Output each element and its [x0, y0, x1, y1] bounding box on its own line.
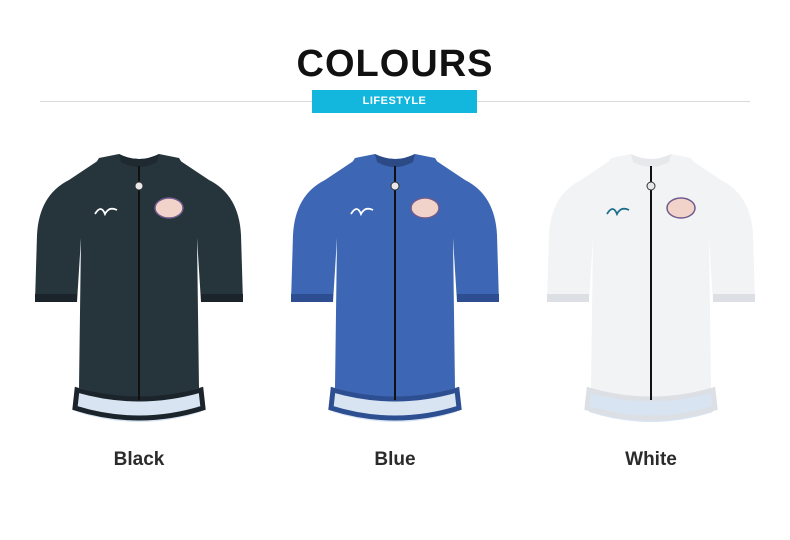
category-badge: LIFESTYLE — [312, 90, 477, 113]
left-cuff — [291, 294, 333, 302]
zipper-pull — [646, 181, 656, 191]
right-cuff — [457, 294, 499, 302]
product-card-blue[interactable]: Blue — [285, 150, 505, 480]
jersey-image — [291, 154, 499, 422]
mascot-patch — [666, 197, 696, 219]
product-card-black[interactable]: Black — [29, 150, 249, 480]
page-title: COLOURS — [296, 43, 494, 85]
jersey-image — [547, 154, 755, 422]
mascot-patch — [410, 197, 440, 219]
zipper-pull — [390, 181, 400, 191]
mascot-patch — [154, 197, 184, 219]
left-cuff — [35, 294, 77, 302]
zipper-pull — [134, 181, 144, 191]
right-cuff — [201, 294, 243, 302]
color-label: Black — [113, 449, 165, 470]
color-label: Blue — [374, 449, 416, 470]
left-cuff — [547, 294, 589, 302]
right-cuff — [713, 294, 755, 302]
color-label: White — [625, 449, 677, 470]
jersey-image — [35, 154, 243, 422]
product-card-white[interactable]: White — [541, 150, 761, 480]
